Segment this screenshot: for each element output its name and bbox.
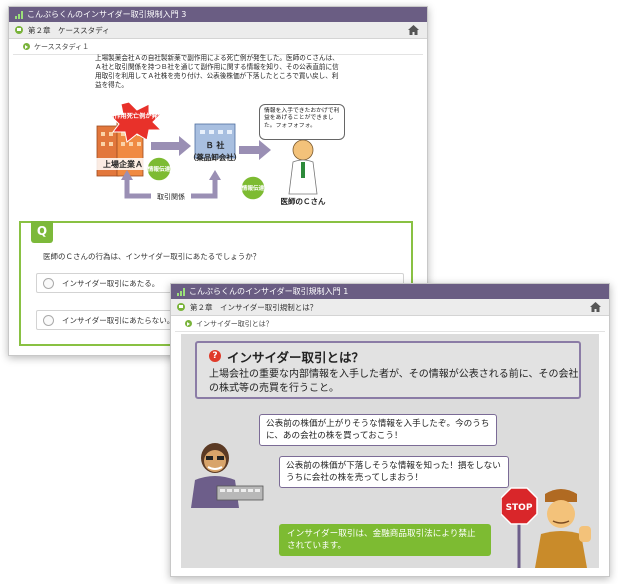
- case-description: 上場製薬会社Ａの自社製新薬で副作用による死亡例が発生した。医師のＣさんは、Ａ社と…: [95, 54, 339, 89]
- arrow-right-icon: [151, 136, 191, 156]
- chapter-title: 第２章 インサイダー取引規制とは？: [190, 302, 318, 312]
- content-stage: ? インサイダー取引とは？ 上場会社の重要な内部情報を入手した者が、その情報が公…: [181, 334, 599, 568]
- info-badge-2: 情報伝達: [241, 184, 265, 192]
- thought-text: 情報を入手できたおかげで利益をあげることができました。フォフォフォ。: [264, 108, 340, 129]
- definition-box: ? インサイダー取引とは？ 上場会社の重要な内部情報を入手した者が、その情報が公…: [195, 341, 581, 399]
- stop-officer-icon: STOP: [501, 487, 591, 568]
- doctor-icon: [288, 139, 318, 195]
- signal-bars-icon: [15, 10, 23, 19]
- window-title: こんぷらくんのインサイダー取引規制入門 3: [27, 10, 187, 19]
- chapter-icon: [15, 26, 23, 34]
- thought-bubble: 情報を入手できたおかげで利益をあげることができました。フォフォフォ。: [259, 104, 345, 140]
- answer-option-label: インサイダー取引にあたらない。: [62, 315, 175, 325]
- relation-label: 取引関係: [157, 192, 185, 201]
- chapter-icon: [177, 303, 185, 311]
- radio-icon[interactable]: [43, 314, 54, 326]
- home-icon[interactable]: [408, 25, 419, 35]
- definition-text: 上場会社の重要な内部情報を入手した者が、その情報が公表される前に、その会社の株式…: [209, 369, 579, 394]
- radio-icon[interactable]: [43, 277, 54, 289]
- question-mark-icon: ?: [209, 350, 221, 362]
- speech-bubble-buy-text: 公表前の株価が上がりそうな情報を入手したぞ。今のうちに、あの会社の株を買っておこ…: [266, 419, 490, 441]
- company-b-label-1: Ｂ 社: [206, 140, 225, 150]
- definition-heading: インサイダー取引とは？: [227, 350, 365, 365]
- question-text: 医師のＣさんの行為は、インサイダー取引にあたるでしょうか？: [43, 252, 261, 261]
- arrow-right-icon-2: [239, 140, 271, 160]
- definition-window: こんぷらくんのインサイダー取引規制入門 1 第２章 インサイダー取引規制とは？ …: [170, 283, 610, 577]
- stop-sign-label: STOP: [506, 503, 533, 513]
- section-play-icon: [185, 320, 192, 327]
- question-badge: Q: [31, 221, 53, 243]
- speech-bubble-buy: 公表前の株価が上がりそうな情報を入手したぞ。今のうちに、あの会社の株を買っておこ…: [259, 414, 497, 446]
- section-title: インサイダー取引とは？: [196, 319, 273, 328]
- trader-icon: [191, 443, 264, 508]
- case-illustration-box: 上場製薬会社Ａの自社製新薬で副作用による死亡例が発生した。医師のＣさんは、Ａ社と…: [87, 50, 351, 210]
- window-title: こんぷらくんのインサイダー取引規制入門 1: [189, 287, 349, 296]
- chapter-title: 第２章 ケーススタディ: [28, 25, 110, 35]
- signal-bars-icon: [177, 287, 185, 296]
- chapter-bar: 第２章 ケーススタディ: [9, 22, 427, 39]
- speech-bubble-sell-text: 公表前の株価が下落しそうな情報を知った！損をしないうちに会社の株を売ってしまおう…: [286, 461, 501, 483]
- window-titlebar: こんぷらくんのインサイダー取引規制入門 3: [9, 7, 427, 22]
- info-badge-1: 情報伝達: [147, 165, 171, 173]
- prohibition-note: インサイダー取引は、金融商品取引法により禁止されています。: [279, 524, 491, 556]
- prohibition-note-text: インサイダー取引は、金融商品取引法により禁止されています。: [287, 529, 476, 551]
- burst-label: 副作用死亡例が発生: [108, 112, 164, 120]
- chapter-bar: 第２章 インサイダー取引規制とは？: [171, 299, 609, 316]
- company-b-label-2: （薬品卸会社）: [189, 152, 242, 162]
- window-titlebar: こんぷらくんのインサイダー取引規制入門 1: [171, 284, 609, 299]
- section-title: ケーススタディ１: [34, 42, 90, 51]
- section-bar: インサイダー取引とは？: [175, 316, 605, 332]
- home-icon[interactable]: [590, 302, 601, 312]
- answer-option-label: インサイダー取引にあたる。: [62, 278, 160, 288]
- speech-bubble-sell: 公表前の株価が下落しそうな情報を知った！損をしないうちに会社の株を売ってしまおう…: [279, 456, 509, 488]
- doctor-label: 医師のＣさん: [281, 196, 326, 206]
- section-play-icon: [23, 43, 30, 50]
- company-a-label: 上場企業Ａ: [103, 159, 143, 169]
